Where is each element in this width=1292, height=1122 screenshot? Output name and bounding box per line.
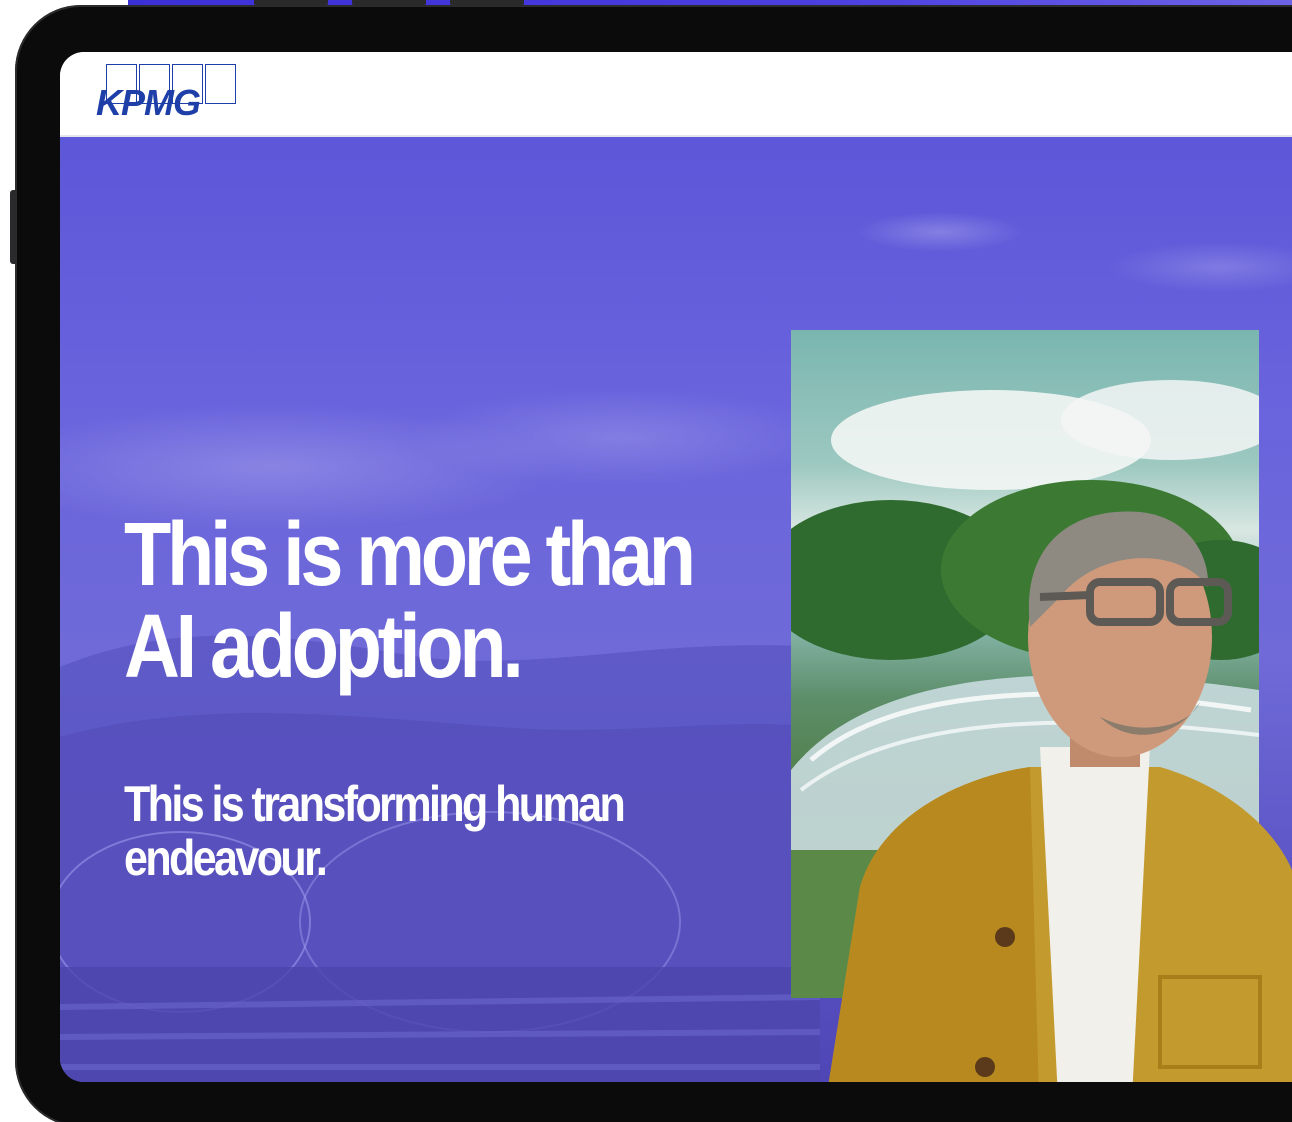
hero-subheadline: This is transforming human endeavour. — [124, 777, 709, 885]
tablet-power-button — [450, 0, 524, 6]
tablet-side-button — [10, 190, 16, 264]
tablet-volume-button — [352, 0, 426, 6]
hero-banner: This is more than AI adoption. This is t… — [60, 137, 1292, 1082]
logo-text: KPMG — [96, 82, 201, 123]
tablet-volume-button — [254, 0, 328, 6]
hero-subheadline-line: endeavour. — [124, 830, 328, 886]
hero-headline-line: AI adoption. — [124, 597, 524, 697]
logo-box — [205, 64, 236, 104]
site-header: KPMG — [60, 52, 1292, 137]
hero-headline-line: This is more than — [124, 505, 696, 605]
kpmg-logo-icon[interactable]: KPMG — [96, 64, 240, 124]
hero-subheadline-line: This is transforming human — [124, 776, 626, 832]
screenshot-stage: KPMG This is more than AI adoption. This… — [0, 0, 1292, 1122]
tablet-screen: KPMG This is more than AI adoption. This… — [60, 52, 1292, 1082]
hero-headline: This is more than AI adoption. — [124, 509, 778, 693]
man-with-glasses-image — [828, 511, 1292, 1082]
